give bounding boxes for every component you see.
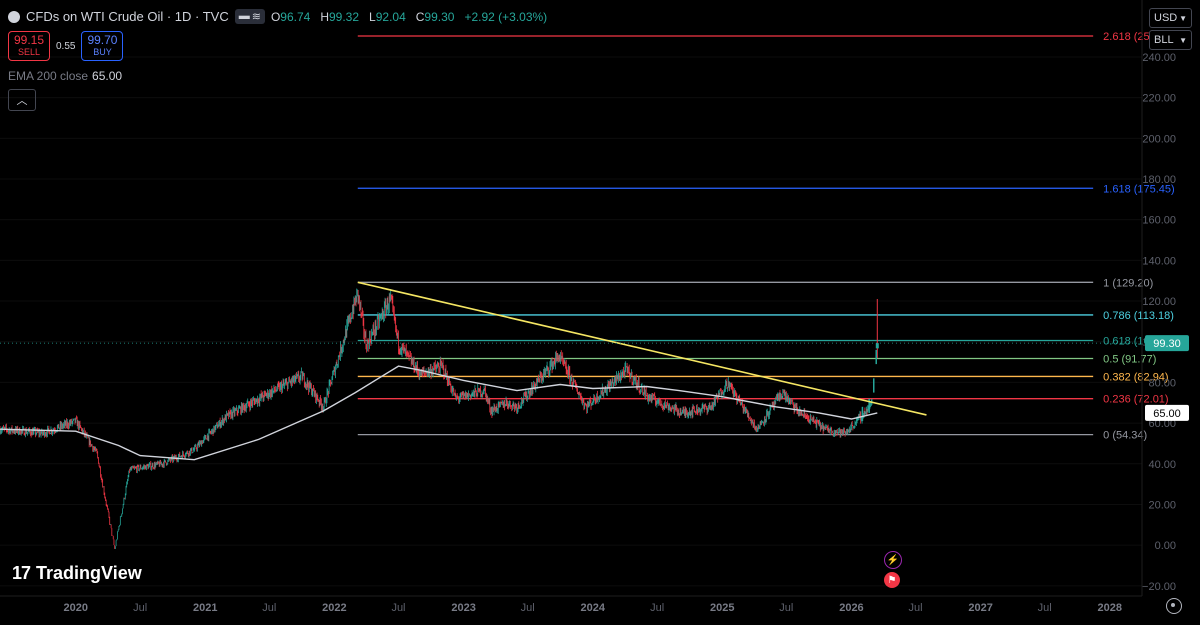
y-tick-label: 40.00	[1148, 459, 1176, 471]
ema-legend[interactable]: EMA 200 close 65.00	[8, 69, 122, 83]
last-candle-body	[875, 343, 879, 349]
sell-price: 99.15	[13, 33, 45, 48]
spread-value: 0.55	[56, 40, 76, 52]
ohlc-close: C99.30	[415, 9, 455, 24]
chevron-up-icon: ︿	[16, 95, 28, 107]
x-tick-label: Jul	[908, 602, 922, 614]
y-tick-label: 160.00	[1142, 215, 1176, 227]
x-tick-label: 2024	[581, 602, 606, 614]
unit-value: BLL	[1154, 34, 1174, 46]
price-chart[interactable]: 2.618 (250.30)1.618 (175.45)1 (129.20)0.…	[0, 0, 1200, 625]
fibonacci-extension[interactable]: 2.618 (250.30)1.618 (175.45)1 (129.20)0.…	[357, 31, 1175, 442]
buy-button[interactable]: 99.70 BUY	[81, 31, 124, 61]
ema-value: 65.00	[92, 69, 123, 83]
price-axis[interactable]: −20.000.0020.0040.0060.0080.00100.00120.…	[1141, 0, 1176, 596]
unit-select[interactable]: BLL ▼	[1149, 30, 1192, 50]
x-tick-label: Jul	[262, 602, 276, 614]
droplet-icon	[8, 10, 20, 23]
chevron-down-icon: ▼	[1179, 13, 1187, 23]
time-axis[interactable]: 2020 Jul 2021 Jul 2022 Jul 2023 Jul 2024 Jul 2025 J…	[0, 595, 1142, 614]
fib-level-label: 0.786 (113.18)	[1103, 310, 1174, 322]
x-tick-label: 2027	[968, 602, 992, 614]
x-tick-label: Jul	[391, 602, 405, 614]
sell-button[interactable]: 99.15 SELL	[8, 31, 50, 61]
y-tick-label: 140.00	[1142, 255, 1176, 267]
buy-price: 99.70	[87, 33, 118, 48]
us-flag-icon[interactable]: ⚑	[884, 572, 900, 588]
fib-level-label: 0.5 (91.77)	[1103, 353, 1156, 365]
trendline-path	[357, 281, 927, 416]
status-badges[interactable]: ▬ ≋	[234, 9, 265, 24]
minus-icon: ▬	[238, 10, 250, 22]
price-label-text: 99.30	[1153, 338, 1181, 350]
collapse-legend-button[interactable]: ︿	[8, 89, 36, 111]
fib-level-label: 0 (54.34)	[1103, 430, 1147, 442]
x-tick-label: Jul	[1038, 602, 1052, 614]
x-tick-label: Jul	[779, 602, 793, 614]
y-tick-label: 220.00	[1142, 93, 1176, 105]
x-tick-label: 2028	[1098, 602, 1122, 614]
tradingview-mark-icon: 17	[12, 563, 31, 583]
x-tick-label: 2022	[322, 602, 346, 614]
chart-settings-button[interactable]	[1166, 598, 1182, 614]
y-tick-label: 200.00	[1142, 133, 1176, 145]
y-tick-label: −20.00	[1142, 581, 1176, 593]
currency-value: USD	[1154, 12, 1178, 24]
ohlc-high: H99.32	[320, 9, 360, 24]
symbol-legend: CFDs on WTI Crude Oil · 1D · TVC ▬ ≋ O96…	[8, 9, 551, 24]
sell-label: SELL	[17, 46, 41, 57]
fib-level-label: 1 (129.20)	[1103, 277, 1153, 289]
y-tick-label: 240.00	[1142, 52, 1176, 64]
x-tick-label: 2021	[193, 602, 217, 614]
x-tick-label: 2025	[710, 602, 734, 614]
logo-text: TradingView	[36, 563, 142, 583]
buy-label: BUY	[93, 46, 112, 57]
ohlc-low: L92.04	[369, 9, 406, 24]
price-labels: 99.30 65.00	[0, 335, 1189, 421]
ohlc-open: O96.74	[270, 9, 311, 24]
candles	[0, 288, 879, 549]
x-tick-label: Jul	[650, 602, 664, 614]
y-tick-label: 80.00	[1148, 377, 1176, 389]
y-tick-label: 180.00	[1142, 174, 1176, 186]
trendline[interactable]	[357, 281, 927, 416]
x-tick-label: Jul	[133, 602, 147, 614]
x-tick-label: 2023	[451, 602, 475, 614]
x-tick-label: Jul	[521, 602, 535, 614]
price-label-text: 65.00	[1153, 408, 1181, 420]
symbol-title[interactable]: CFDs on WTI Crude Oil · 1D · TVC	[26, 9, 229, 24]
grid	[0, 56, 1142, 587]
fib-level-label: 0.236 (72.01)	[1103, 394, 1168, 406]
ema-label: EMA 200 close	[8, 69, 89, 83]
y-tick-label: 0.00	[1155, 540, 1176, 552]
currency-select[interactable]: USD ▼	[1149, 8, 1192, 28]
x-tick-label: 2026	[839, 602, 863, 614]
lightning-icon[interactable]: ⚡	[884, 551, 902, 569]
y-tick-label: 120.00	[1142, 296, 1176, 308]
chevron-down-icon: ▼	[1179, 35, 1187, 45]
price-change: +2.92 (+3.03%)	[464, 9, 548, 24]
y-tick-label: 20.00	[1148, 499, 1176, 511]
x-tick-label: 2020	[63, 602, 87, 614]
tradingview-logo[interactable]: 17 TradingView	[12, 563, 142, 584]
waves-icon: ≋	[251, 11, 261, 23]
trade-buttons: 99.15 SELL 0.55 99.70 BUY	[8, 31, 124, 61]
